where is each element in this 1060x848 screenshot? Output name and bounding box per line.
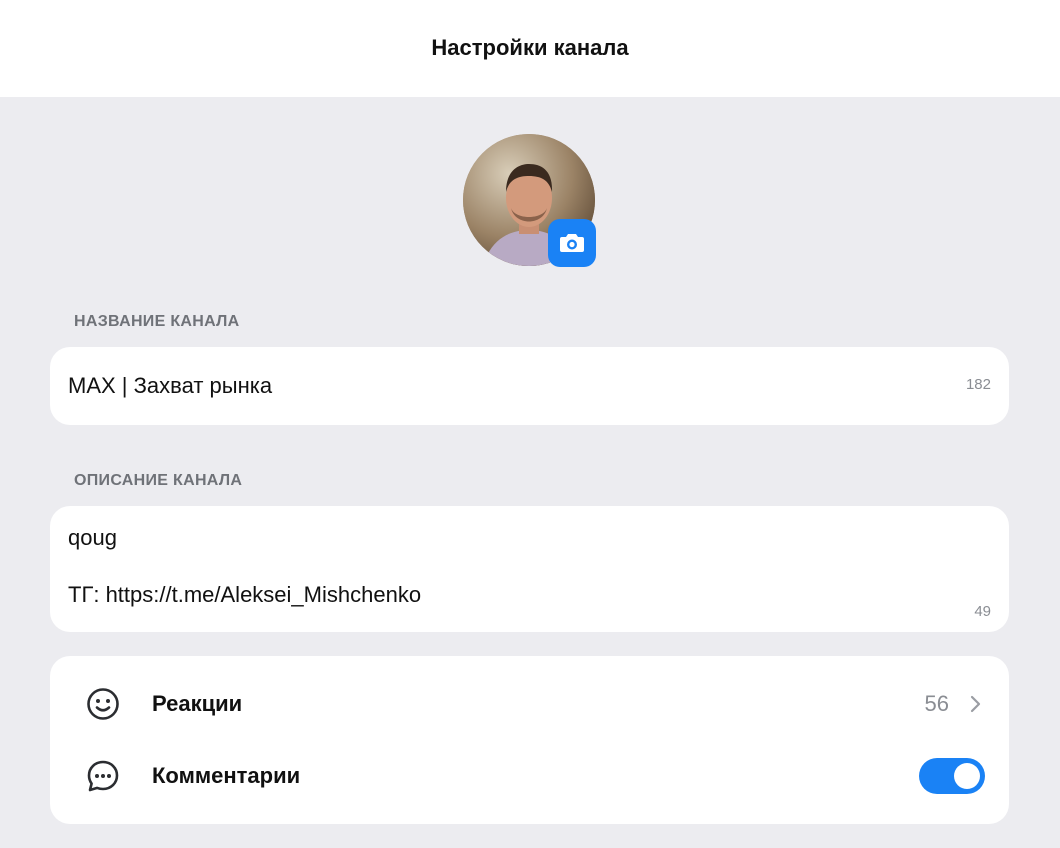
chat-bubble-icon — [86, 759, 120, 793]
channel-name-field[interactable]: MAX | Захват рынка 182 — [50, 347, 1009, 425]
header: Настройки канала — [0, 0, 1060, 97]
description-line[interactable]: qoug — [68, 525, 117, 551]
channel-name-label: НАЗВАНИЕ КАНАЛА — [74, 313, 240, 330]
change-photo-button[interactable] — [548, 219, 596, 267]
channel-settings-card: Реакции 56 Комментарии — [50, 656, 1009, 824]
reactions-label: Реакции — [152, 691, 243, 716]
comments-toggle[interactable] — [919, 758, 985, 794]
reactions-row[interactable]: Реакции 56 — [50, 668, 1009, 740]
smiley-icon — [86, 687, 120, 721]
description-line[interactable]: ТГ: https://t.me/Aleksei_Mishchenko — [68, 582, 421, 608]
reactions-count: 56 — [924, 691, 949, 716]
channel-name-value[interactable]: MAX | Захват рынка — [68, 373, 272, 399]
chevron-right-icon — [970, 695, 981, 713]
channel-description-label: ОПИСАНИЕ КАНАЛА — [74, 472, 243, 489]
channel-description-field[interactable]: qoug ТГ: https://t.me/Aleksei_Mishchenko… — [50, 506, 1009, 632]
description-char-counter: 49 — [974, 603, 991, 620]
comments-row[interactable]: Комментарии — [50, 740, 1009, 812]
camera-icon — [560, 234, 584, 252]
toggle-knob — [954, 763, 980, 789]
page-title: Настройки канала — [431, 34, 629, 60]
channel-avatar-container[interactable] — [463, 134, 597, 268]
comments-label: Комментарии — [152, 763, 301, 788]
name-char-counter: 182 — [965, 376, 991, 393]
